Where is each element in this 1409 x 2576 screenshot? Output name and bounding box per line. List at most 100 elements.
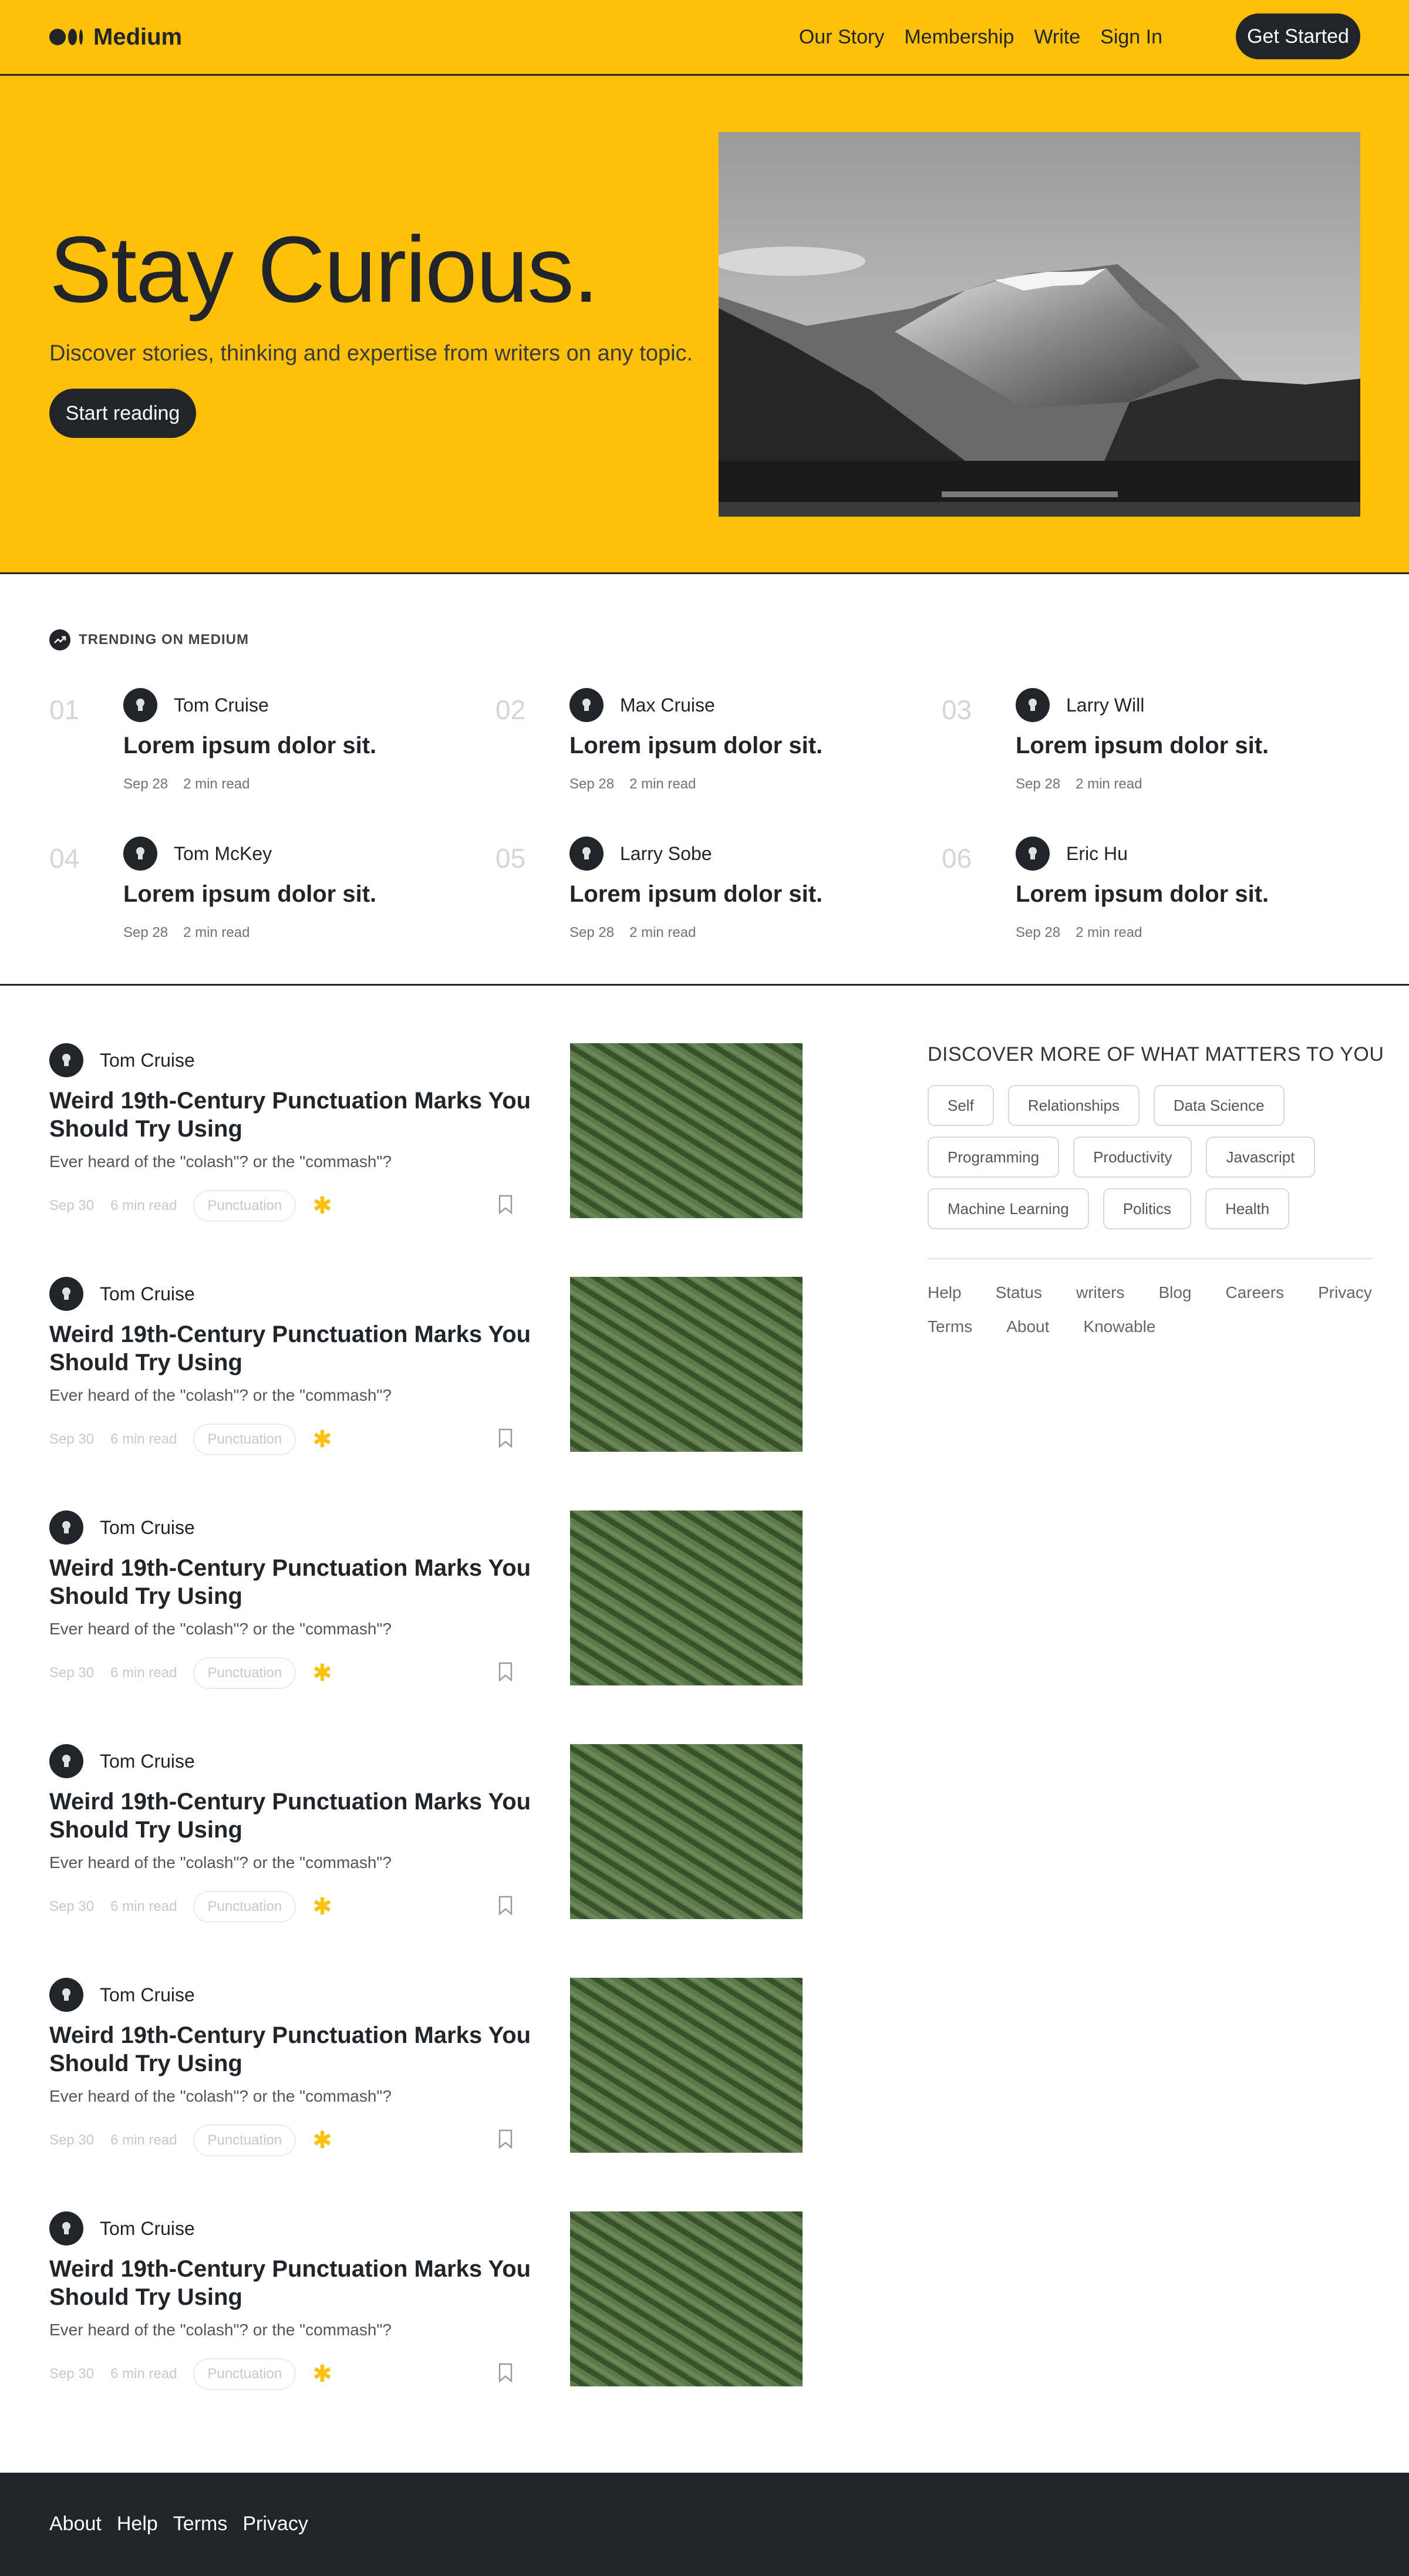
author-name[interactable]: Tom Cruise [100, 1984, 195, 2006]
article-title[interactable]: Weird 19th-Century Punctuation Marks You… [49, 1788, 537, 1844]
article-title[interactable]: Weird 19th-Century Punctuation Marks You… [49, 2255, 537, 2311]
trending-item[interactable]: 05 Larry Sobe Lorem ipsum dolor sit. Sep… [495, 837, 906, 954]
trending-item[interactable]: 04 Tom McKey Lorem ipsum dolor sit. Sep … [49, 837, 460, 954]
start-reading-button[interactable]: Start reading [49, 389, 196, 438]
author-name[interactable]: Eric Hu [1066, 843, 1128, 865]
author-name[interactable]: Tom Cruise [100, 2218, 195, 2240]
sidebar-link-status[interactable]: Status [996, 1283, 1042, 1302]
medium-logo-icon [49, 29, 83, 45]
topic-chip-self[interactable]: Self [928, 1085, 994, 1126]
article-card[interactable]: Tom Cruise Weird 19th-Century Punctuatio… [49, 1043, 803, 1222]
trending-item[interactable]: 06 Eric Hu Lorem ipsum dolor sit. Sep 28… [942, 837, 1353, 954]
article-title[interactable]: Weird 19th-Century Punctuation Marks You… [49, 1320, 537, 1377]
topic-chip-data-science[interactable]: Data Science [1153, 1085, 1285, 1126]
article-tag[interactable]: Punctuation [193, 1424, 296, 1455]
topic-chip-productivity[interactable]: Productivity [1073, 1137, 1192, 1178]
author-row: Tom Cruise [49, 1510, 195, 1545]
post-date: Sep 30 [49, 2366, 95, 2382]
article-tag[interactable]: Punctuation [193, 2125, 296, 2156]
author-name[interactable]: Max Cruise [620, 694, 715, 716]
brand[interactable]: Medium [49, 23, 182, 50]
sidebar-link-help[interactable]: Help [928, 1283, 962, 1302]
footer-link-about[interactable]: About [49, 2513, 102, 2535]
trending-item[interactable]: 03 Larry Will Lorem ipsum dolor sit. Sep… [942, 688, 1353, 805]
bookmark-icon[interactable] [498, 1896, 513, 1918]
article-card[interactable]: Tom Cruise Weird 19th-Century Punctuatio… [49, 1510, 803, 1689]
article-title[interactable]: Weird 19th-Century Punctuation Marks You… [49, 1087, 537, 1143]
author-name[interactable]: Larry Sobe [620, 843, 712, 865]
section-divider [0, 984, 1409, 986]
trending-title[interactable]: Lorem ipsum dolor sit. [1016, 733, 1269, 759]
nav-sign-in[interactable]: Sign In [1100, 26, 1162, 49]
bookmark-icon[interactable] [498, 2363, 513, 2386]
article-meta: Sep 30 6 min read Punctuation ✱ [49, 2358, 332, 2390]
article-title[interactable]: Weird 19th-Century Punctuation Marks You… [49, 1554, 537, 1610]
article-subtitle: Ever heard of the "colash"? or the "comm… [49, 1853, 392, 1872]
author-name[interactable]: Tom Cruise [174, 694, 269, 716]
trending-title[interactable]: Lorem ipsum dolor sit. [569, 881, 823, 908]
sidebar-link-careers[interactable]: Careers [1225, 1283, 1284, 1302]
topic-chip-health[interactable]: Health [1205, 1188, 1290, 1229]
article-tag[interactable]: Punctuation [193, 1190, 296, 1222]
author-row: Max Cruise [569, 688, 715, 722]
article-tag[interactable]: Punctuation [193, 1657, 296, 1689]
author-name[interactable]: Tom Cruise [100, 1517, 195, 1539]
article-tag[interactable]: Punctuation [193, 1891, 296, 1923]
author-name[interactable]: Tom Cruise [100, 1751, 195, 1772]
star-icon: ✱ [312, 1894, 332, 1920]
trending-title[interactable]: Lorem ipsum dolor sit. [569, 733, 823, 759]
topic-chip-javascript[interactable]: Javascript [1206, 1137, 1315, 1178]
article-title[interactable]: Weird 19th-Century Punctuation Marks You… [49, 2021, 537, 2078]
read-time: 6 min read [110, 1431, 177, 1447]
nav-write[interactable]: Write [1034, 26, 1080, 49]
article-subtitle: Ever heard of the "colash"? or the "comm… [49, 1620, 392, 1638]
article-thumbnail[interactable] [570, 2211, 803, 2386]
sidebar-link-terms[interactable]: Terms [928, 1317, 972, 1336]
sidebar-link-writers[interactable]: writers [1076, 1283, 1124, 1302]
article-thumbnail[interactable] [570, 1978, 803, 2153]
sidebar-link-knowable[interactable]: Knowable [1083, 1317, 1155, 1336]
author-row: Tom Cruise [49, 2211, 195, 2245]
post-date: Sep 30 [49, 2132, 95, 2148]
article-card[interactable]: Tom Cruise Weird 19th-Century Punctuatio… [49, 1277, 803, 1455]
trending-title[interactable]: Lorem ipsum dolor sit. [123, 733, 376, 759]
author-name[interactable]: Tom Cruise [100, 1283, 195, 1305]
bookmark-icon[interactable] [498, 1195, 513, 1218]
article-card[interactable]: Tom Cruise Weird 19th-Century Punctuatio… [49, 2211, 803, 2390]
topic-chip-politics[interactable]: Politics [1103, 1188, 1192, 1229]
trending-item[interactable]: 02 Max Cruise Lorem ipsum dolor sit. Sep… [495, 688, 906, 805]
article-thumbnail[interactable] [570, 1744, 803, 1919]
top-navbar: Medium Our Story Membership Write Sign I… [0, 0, 1409, 76]
topic-chip-relationships[interactable]: Relationships [1007, 1085, 1140, 1126]
topic-chip-programming[interactable]: Programming [928, 1137, 1060, 1178]
topic-chip-machine-learning[interactable]: Machine Learning [928, 1188, 1089, 1229]
article-thumbnail[interactable] [570, 1510, 803, 1685]
article-card[interactable]: Tom Cruise Weird 19th-Century Punctuatio… [49, 1744, 803, 1923]
article-tag[interactable]: Punctuation [193, 2358, 296, 2390]
sidebar-link-blog[interactable]: Blog [1158, 1283, 1191, 1302]
footer-link-help[interactable]: Help [117, 2513, 158, 2535]
footer-link-terms[interactable]: Terms [173, 2513, 228, 2535]
nav-our-story[interactable]: Our Story [799, 26, 884, 49]
bookmark-icon[interactable] [498, 1662, 513, 1685]
trending-title[interactable]: Lorem ipsum dolor sit. [123, 881, 376, 908]
get-started-button[interactable]: Get Started [1236, 14, 1360, 59]
footer-link-privacy[interactable]: Privacy [242, 2513, 308, 2535]
post-date: Sep 28 [1016, 776, 1061, 792]
sidebar-link-privacy[interactable]: Privacy [1318, 1283, 1372, 1302]
trending-item[interactable]: 01 Tom Cruise Lorem ipsum dolor sit. Sep… [49, 688, 460, 805]
bookmark-icon[interactable] [498, 1428, 513, 1451]
author-name[interactable]: Tom Cruise [100, 1050, 195, 1071]
trending-number: 02 [495, 694, 526, 725]
article-thumbnail[interactable] [570, 1043, 803, 1218]
post-date: Sep 30 [49, 1899, 95, 1914]
article-card[interactable]: Tom Cruise Weird 19th-Century Punctuatio… [49, 1978, 803, 2156]
article-thumbnail[interactable] [570, 1277, 803, 1452]
trending-title[interactable]: Lorem ipsum dolor sit. [1016, 881, 1269, 908]
sidebar-link-about[interactable]: About [1006, 1317, 1049, 1336]
bookmark-icon[interactable] [498, 2129, 513, 2152]
nav-membership[interactable]: Membership [904, 26, 1014, 49]
author-name[interactable]: Larry Will [1066, 694, 1144, 716]
author-name[interactable]: Tom McKey [174, 843, 272, 865]
read-time: 6 min read [110, 1899, 177, 1914]
